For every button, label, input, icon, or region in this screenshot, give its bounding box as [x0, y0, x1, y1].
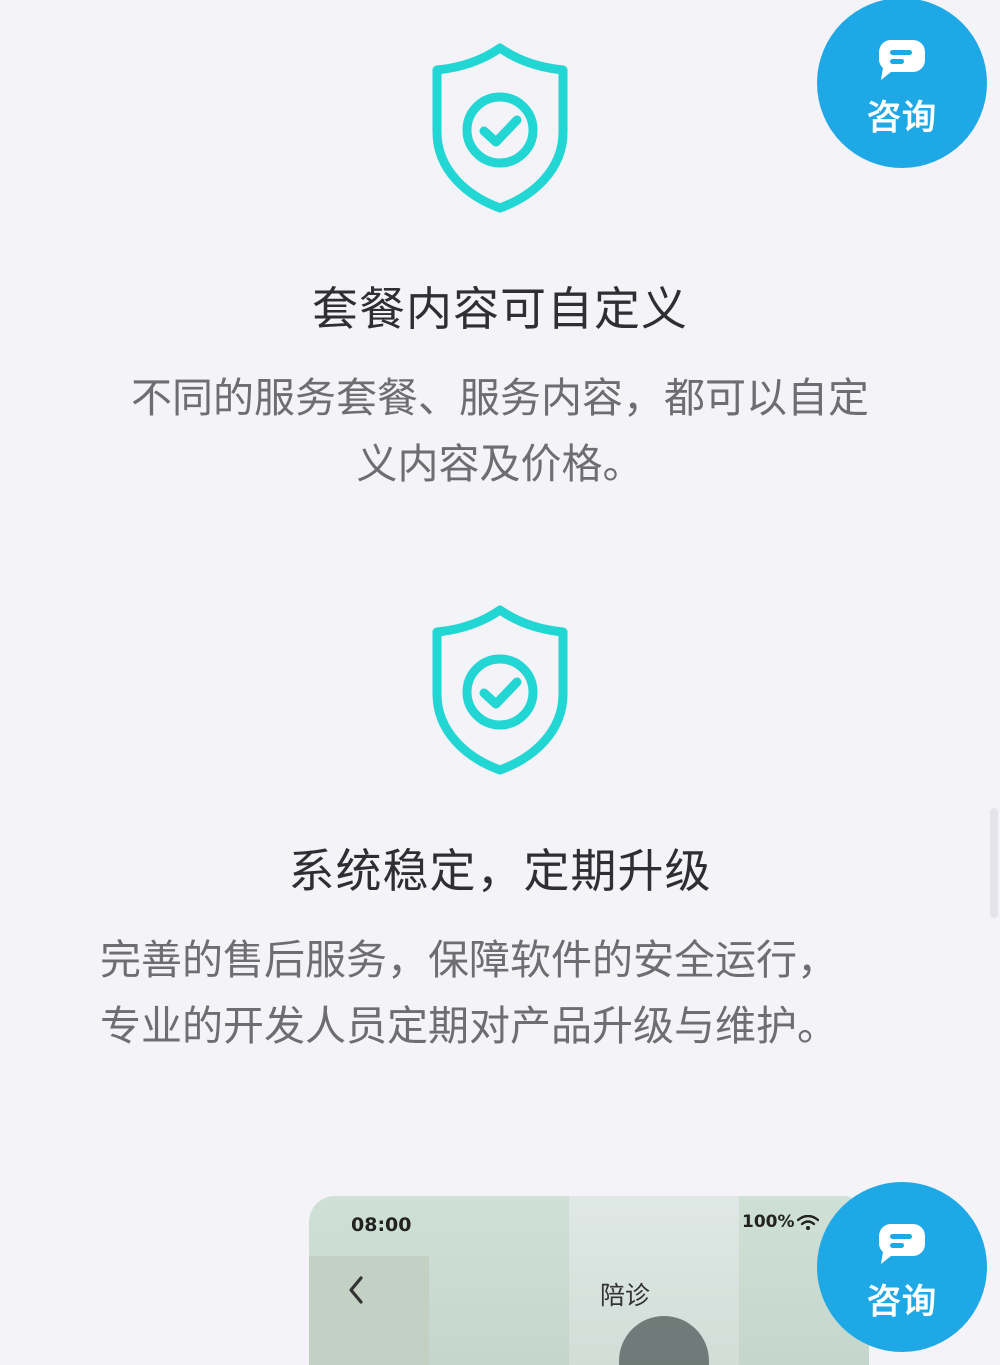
feature-description-line: 完善的售后服务，保障软件的安全运行， — [100, 936, 838, 984]
preview-page-title: 陪诊 — [599, 1281, 650, 1310]
feature-title: 套餐内容可自定义 — [312, 282, 688, 336]
feature-description: 完善的售后服务，保障软件的安全运行， 专业的开发人员定期对产品升级与维护。 — [100, 927, 900, 1059]
consult-label: 咨询 — [867, 1282, 937, 1322]
wifi-icon — [797, 1215, 819, 1230]
status-time: 08:00 — [351, 1214, 412, 1236]
feature-description-line: 不同的服务套餐、服务内容，都可以自定 — [131, 374, 869, 422]
shield-check-icon — [432, 605, 568, 775]
feature-title: 系统稳定，定期升级 — [288, 844, 712, 898]
consult-button[interactable]: 咨询 — [817, 0, 987, 168]
feature-description-line: 专业的开发人员定期对产品升级与维护。 — [100, 1002, 838, 1050]
feature-description-line: 义内容及价格。 — [356, 440, 644, 488]
consult-button[interactable]: 咨询 — [817, 1182, 987, 1352]
phone-preview: 08:00 100% 陪诊 — [309, 1196, 869, 1365]
chat-bubble-icon — [879, 1224, 925, 1264]
scroll-indicator[interactable] — [990, 808, 998, 918]
feature-description: 不同的服务套餐、服务内容，都可以自定 义内容及价格。 — [100, 365, 900, 497]
shield-check-icon — [432, 43, 568, 213]
status-battery: 100% — [742, 1212, 795, 1232]
chat-bubble-icon — [879, 40, 925, 80]
feature-stable-system: 系统稳定，定期升级 完善的售后服务，保障软件的安全运行， 专业的开发人员定期对产… — [0, 602, 1000, 1059]
consult-label: 咨询 — [867, 98, 937, 138]
